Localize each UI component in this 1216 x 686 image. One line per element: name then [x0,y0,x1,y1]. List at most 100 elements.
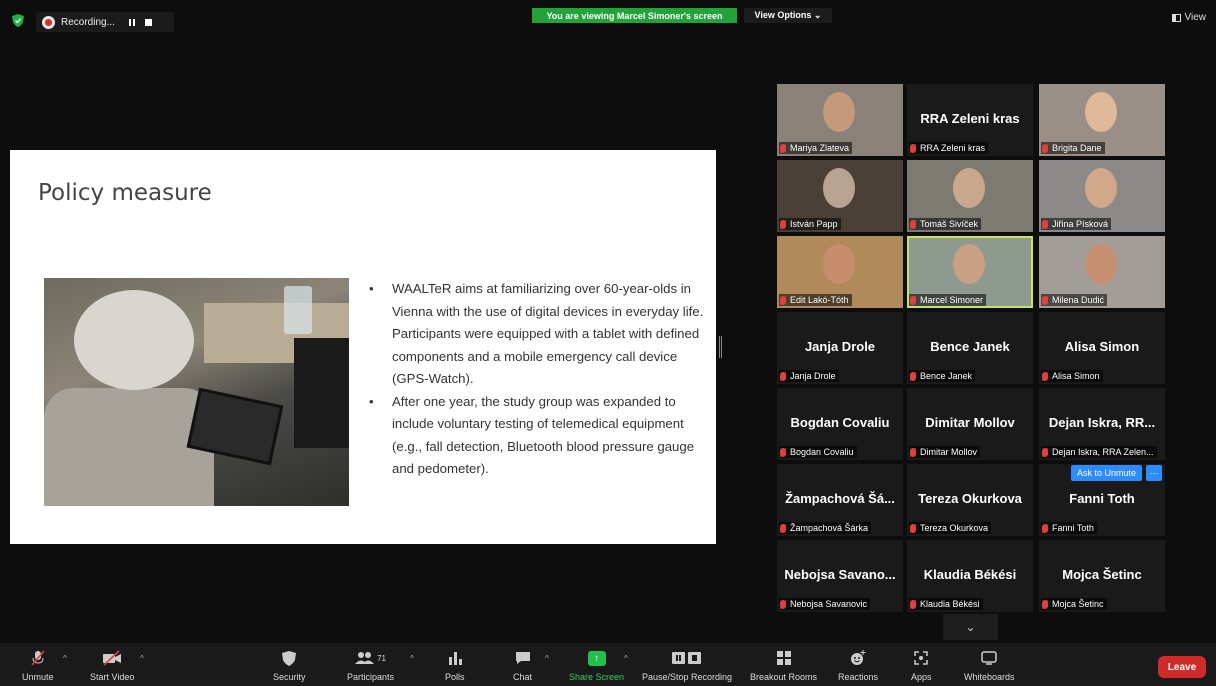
participant-name-tag: Dimitar Mollov [909,446,981,458]
participant-tile[interactable]: Edit Lakó-Tóth [777,236,903,308]
participant-tile[interactable]: Bence Janek Bence Janek [907,312,1033,384]
muted-mic-icon [30,649,46,667]
participant-tile[interactable]: Tomáš Sivíček [907,160,1033,232]
stop-recording-icon[interactable] [144,18,152,26]
audio-options-caret-icon[interactable]: ^ [63,654,67,663]
participant-name-tag: Nebojsa Savanovic [779,598,871,610]
pause-stop-recording-button[interactable]: Pause/Stop Recording [642,649,732,682]
recording-indicator[interactable]: Recording... [36,12,174,32]
chat-label: Chat [513,672,533,682]
chat-caret-icon[interactable]: ^ [545,654,549,663]
whiteboards-button[interactable]: Whiteboards [964,649,1015,682]
muted-mic-icon [1042,219,1048,229]
participant-name-tag: Mariya Zlateva [779,142,853,154]
participant-display-name: Fanni Toth [1069,491,1135,506]
meeting-toolbar: Unmute ^ Start Video ^ Security 71 Parti… [0,643,1216,686]
participant-tile[interactable]: Bogdan Covaliu Bogdan Covaliu [777,388,903,460]
layout-icon [1171,13,1181,22]
security-label: Security [273,672,306,682]
apps-button[interactable]: Apps [911,649,932,682]
unmute-button[interactable]: Unmute [22,649,54,682]
participant-display-name: Klaudia Békési [923,567,1017,582]
participant-name-tag: RRA Zeleni kras [909,142,989,154]
record-icon [42,15,55,29]
participants-caret-icon[interactable]: ^ [410,654,414,663]
participant-name: Mariya Zlateva [790,143,850,153]
leave-button[interactable]: Leave [1158,656,1206,678]
participant-display-name: Mojca Šetinc [1062,567,1142,582]
splitter-handle[interactable] [719,336,722,358]
muted-mic-icon [910,143,916,153]
breakout-rooms-icon [776,649,791,667]
muted-mic-icon [910,295,916,305]
breakout-rooms-button[interactable]: Breakout Rooms [750,649,817,682]
share-caret-icon[interactable]: ^ [624,654,628,663]
participant-tile[interactable]: Janja Drole Janja Drole [777,312,903,384]
view-button[interactable]: View [1171,12,1207,23]
participant-tile[interactable]: Klaudia Békési Klaudia Békési [907,540,1033,612]
participant-tile[interactable]: Alisa Simon Alisa Simon [1039,312,1165,384]
muted-mic-icon [780,143,786,153]
participant-tile[interactable]: Dimitar Mollov Dimitar Mollov [907,388,1033,460]
view-options-button[interactable]: View Options ⌄ [744,8,832,23]
participant-name: Mojca Šetinc [1052,599,1104,609]
participants-count: 71 [377,653,386,663]
chevron-down-icon: ⌄ [965,620,976,634]
shield-icon[interactable] [12,14,24,27]
participant-name: RRA Zeleni kras [920,143,986,153]
participant-tile[interactable]: RRA Zeleni kras RRA Zeleni kras [907,84,1033,156]
participant-tile[interactable]: Mojca Šetinc Mojca Šetinc [1039,540,1165,612]
share-screen-button[interactable]: ↑ Share Screen [569,649,624,682]
start-video-button[interactable]: Start Video [90,649,134,682]
participant-tile[interactable]: István Papp [777,160,903,232]
participant-tile[interactable]: Jiřina Písková [1039,160,1165,232]
participant-name-tag: Mojca Šetinc [1041,598,1107,610]
participant-name: Janja Drole [790,371,836,381]
ask-to-unmute-button[interactable]: Ask to Unmute [1071,465,1142,481]
security-button[interactable]: Security [273,649,306,682]
start-video-label: Start Video [90,672,135,682]
pause-recording-icon[interactable] [128,18,135,26]
participant-tile[interactable]: Mariya Zlateva [777,84,903,156]
participant-name-tag: Fanni Toth [1041,522,1097,534]
participant-name-tag: Tomáš Sivíček [909,218,982,230]
reactions-icon [850,649,866,667]
participant-name-tag: Edit Lakó-Tóth [779,294,852,306]
participants-button[interactable]: 71 Participants [347,649,394,682]
slide-bullet: After one year, the study group was expa… [369,391,704,481]
participants-label: Participants [347,672,395,682]
participant-tile[interactable]: Dejan Iskra, RR... Dejan Iskra, RRA Zelen… [1039,388,1165,460]
participant-name: Alisa Simon [1052,371,1100,381]
participant-tile[interactable]: Nebojsa Savano... Nebojsa Savanovic [777,540,903,612]
muted-mic-icon [780,523,786,533]
participant-name-tag: Bence Janek [909,370,976,382]
reactions-button[interactable]: Reactions [838,649,878,682]
share-screen-label: Share Screen [569,672,625,682]
participant-name: Brigita Dane [1052,143,1102,153]
gallery-next-page-button[interactable]: ⌄ [943,614,998,640]
participant-tile[interactable]: Tereza Okurkova Tereza Okurkova [907,464,1033,536]
participant-display-name: Janja Drole [804,339,876,354]
whiteboard-icon [981,649,998,667]
participant-tile[interactable]: Brigita Dane [1039,84,1165,156]
apps-label: Apps [911,672,932,682]
participant-name-tag: Milena Dudić [1041,294,1108,306]
more-options-button[interactable]: ··· [1146,465,1162,481]
participant-name-tag: Janja Drole [779,370,839,382]
view-label: View [1184,12,1207,23]
participant-tile[interactable]: Marcel Simoner [907,236,1033,308]
polls-icon [448,649,462,667]
participant-name-tag: Marcel Simoner [909,294,987,306]
participant-video [823,168,855,208]
muted-mic-icon [1042,143,1048,153]
participant-name: Bogdan Covaliu [790,447,854,457]
chat-button[interactable]: Chat [513,649,532,682]
video-options-caret-icon[interactable]: ^ [140,654,144,663]
participant-tile[interactable]: Milena Dudić [1039,236,1165,308]
participant-name-tag: István Papp [779,218,841,230]
participant-name: Jiřina Písková [1052,219,1109,229]
polls-button[interactable]: Polls [445,649,465,682]
participant-name: Dimitar Mollov [920,447,978,457]
participant-video [953,244,985,284]
participant-tile[interactable]: Žampachová Šá... Žampachová Šárka [777,464,903,536]
